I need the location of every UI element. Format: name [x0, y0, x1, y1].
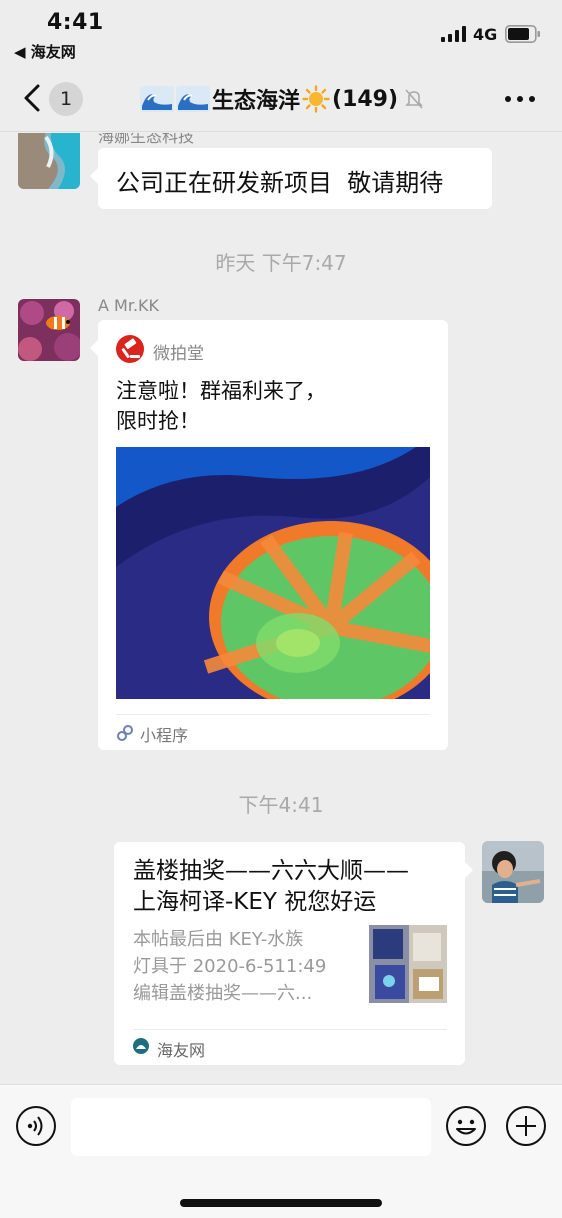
link-description: 本帖最后由 KEY-水族 灯具于 2020-6-511:49 编辑盖楼抽奖——六… [133, 926, 353, 1007]
link-description-line: 灯具于 2020-6-511:49 [133, 956, 327, 977]
sun-emoji-icon [302, 85, 330, 113]
weipaitang-logo-icon [116, 335, 144, 363]
mini-program-description: 注意啦！群福利来了， 限时抢！ [116, 379, 326, 433]
wave-emoji-icon [140, 86, 174, 112]
battery-icon [505, 25, 540, 43]
chat-title[interactable]: 生态海洋 (149) [140, 82, 424, 116]
signal-icon [441, 26, 466, 42]
link-description-line: 编辑盖楼抽奖——六... [133, 983, 313, 1004]
status-time: 4:41 [47, 10, 104, 35]
member-count: (149) [332, 86, 399, 112]
mini-program-label: 小程序 [140, 726, 189, 745]
mini-program-icon [117, 725, 133, 741]
text-message-bubble[interactable]: 公司正在研发新项目 敬请期待 [90, 148, 492, 209]
more-dots-icon[interactable] [503, 92, 537, 106]
unread-count-badge[interactable]: 1 [49, 82, 83, 116]
link-title-line: 盖楼抽奖——六六大顺—— [133, 858, 409, 884]
link-description-line: 本帖最后由 KEY-水族 [133, 929, 304, 950]
link-thumbnail [369, 925, 447, 1003]
network-type: 4G [473, 25, 498, 44]
avatar[interactable] [18, 133, 80, 189]
chat-header: 1 生态海洋 (149) [0, 66, 562, 132]
message-input[interactable] [71, 1098, 431, 1156]
timestamp: 下午4:41 [238, 793, 324, 817]
link-card[interactable]: 盖楼抽奖——六六大顺—— 上海柯译-KEY 祝您好运 本帖最后由 KEY-水族 … [114, 842, 473, 1065]
wave-emoji-icon [176, 86, 210, 112]
avatar[interactable] [482, 841, 544, 903]
card-divider [133, 1029, 447, 1030]
sender-name: 海娜生态科技 [98, 133, 195, 146]
sender-name: A Mr.KK [98, 296, 160, 315]
plus-icon[interactable] [505, 1105, 547, 1147]
mini-program-image [116, 447, 430, 699]
status-bar: 4:41 ◀ 海友网 4G [0, 0, 562, 66]
message-text: 公司正在研发新项目 敬请期待 [116, 169, 444, 197]
card-divider [116, 714, 430, 715]
back-to-app-link[interactable]: ◀ 海友网 [14, 41, 76, 62]
home-indicator[interactable] [180, 1199, 382, 1207]
mini-program-name: 微拍堂 [153, 344, 204, 364]
mini-program-card[interactable]: 微拍堂 注意啦！群福利来了， 限时抢！ 小程序 [90, 320, 448, 750]
back-chevron-icon[interactable] [20, 80, 48, 116]
link-source: 海友网 [157, 1041, 206, 1060]
voice-icon[interactable] [15, 1105, 57, 1147]
bell-mute-icon [405, 89, 423, 109]
emoji-icon[interactable] [445, 1105, 487, 1147]
timestamp: 昨天 下午7:47 [215, 251, 347, 275]
chat-title-text: 生态海洋 [212, 89, 301, 114]
link-title: 盖楼抽奖——六六大顺—— 上海柯译-KEY 祝您好运 [133, 856, 453, 918]
link-title-line: 上海柯译-KEY 祝您好运 [133, 889, 377, 915]
avatar[interactable] [18, 299, 80, 361]
input-bar [0, 1084, 562, 1218]
haiyouwang-logo-icon [133, 1038, 149, 1054]
